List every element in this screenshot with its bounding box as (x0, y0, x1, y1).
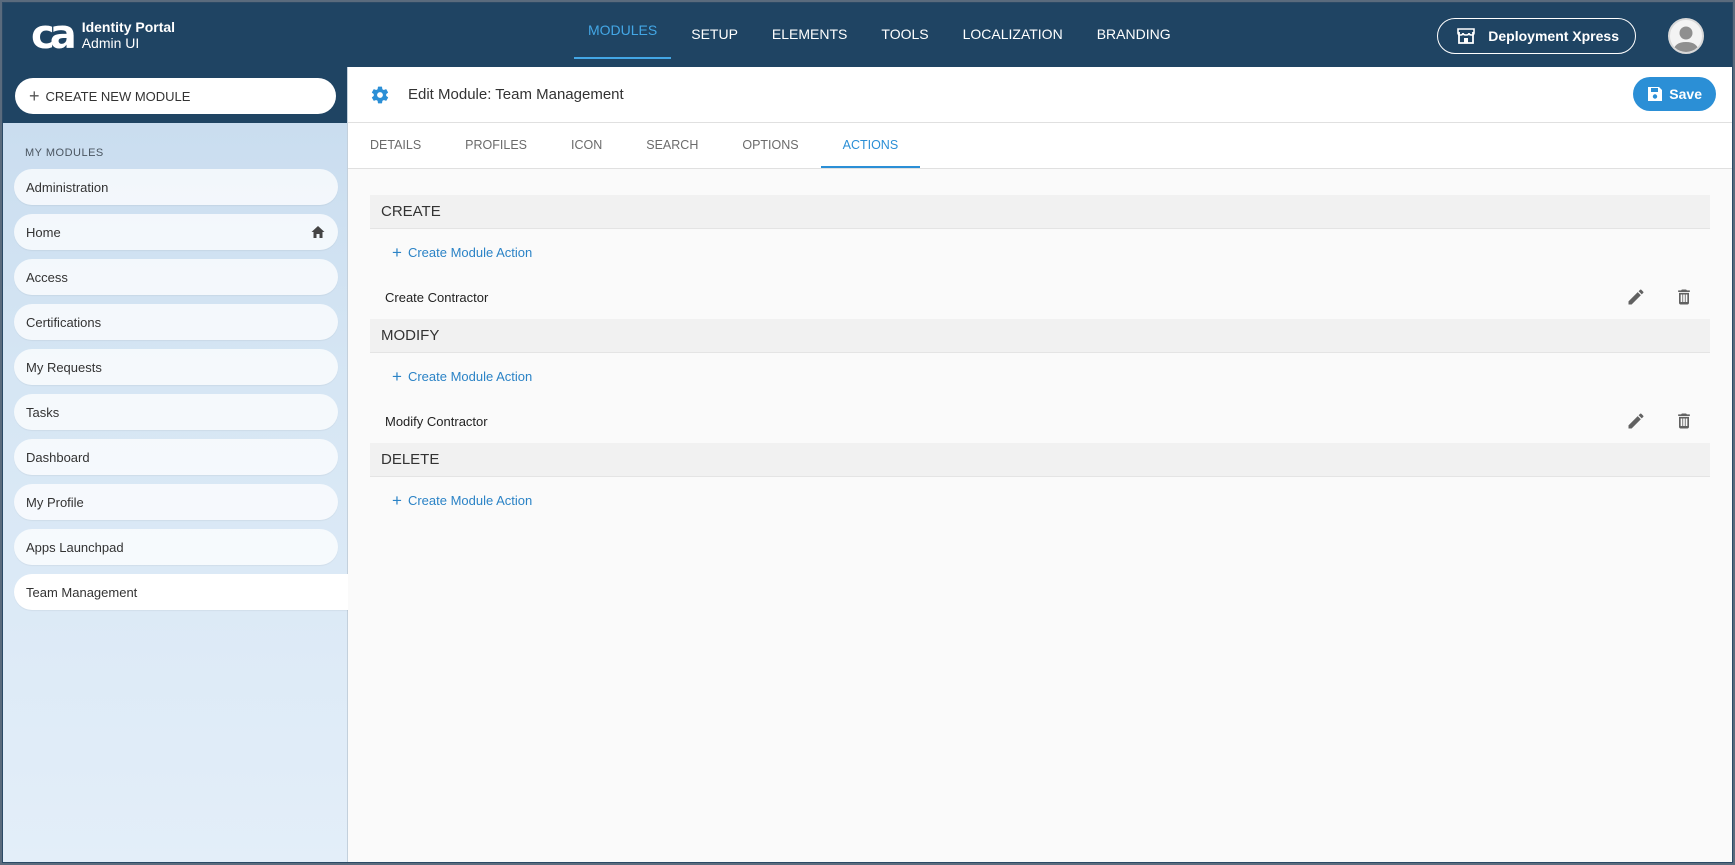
pencil-icon (1628, 413, 1644, 429)
sidebar-item-my-profile[interactable]: My Profile (14, 484, 338, 520)
module-list: Administration Home Access Certification… (14, 169, 348, 619)
sidebar-item-access[interactable]: Access (14, 259, 338, 295)
nav-elements[interactable]: ELEMENTS (758, 3, 861, 67)
sidebar-item-label: Access (26, 269, 68, 285)
sidebar-item-label: Dashboard (26, 449, 90, 465)
app-subtitle: Admin UI (81, 35, 140, 51)
nav-tools[interactable]: TOOLS (867, 3, 942, 67)
row-actions (1600, 409, 1696, 433)
user-avatar[interactable] (1668, 18, 1704, 54)
create-module-action-link[interactable]: + Create Module Action (370, 477, 1710, 523)
nav-branding[interactable]: BRANDING (1083, 3, 1185, 67)
main-content: Edit Module: Team Management Save DETAIL… (348, 67, 1732, 862)
deployment-xpress-label: Deployment Xpress (1488, 28, 1619, 44)
deployment-xpress-button[interactable]: Deployment Xpress (1437, 18, 1636, 54)
page-header: Edit Module: Team Management Save (348, 67, 1732, 123)
app-title: Identity Portal (81, 19, 176, 35)
app-window: ca Identity Portal Admin UI MODULES SETU… (2, 2, 1733, 863)
sidebar-item-label: My Profile (26, 494, 84, 510)
sidebar-item-label: Tasks (26, 404, 60, 420)
plus-icon: + (392, 242, 402, 262)
edit-button[interactable] (1624, 285, 1648, 309)
sidebar-item-dashboard[interactable]: Dashboard (14, 439, 338, 475)
my-modules-heading: MY MODULES (25, 147, 104, 159)
sidebar-item-administration[interactable]: Administration (14, 169, 338, 205)
floppy-disk-icon (1648, 87, 1663, 101)
tab-search[interactable]: SEARCH (624, 123, 720, 168)
sidebar-item-label: Certifications (26, 314, 102, 330)
action-row: Create Contractor (370, 275, 1710, 319)
sidebar-item-team-management[interactable]: Team Management (14, 574, 348, 610)
tab-profiles[interactable]: PROFILES (443, 123, 549, 168)
sidebar-item-label: Team Management (26, 584, 138, 600)
section-create-header: CREATE (370, 195, 1710, 229)
row-actions (1600, 285, 1696, 309)
create-new-module-label: CREATE NEW MODULE (45, 88, 191, 104)
tab-options[interactable]: OPTIONS (720, 123, 820, 168)
sidebar-item-apps-launchpad[interactable]: Apps Launchpad (14, 529, 338, 565)
create-module-action-link[interactable]: + Create Module Action (370, 229, 1710, 275)
sidebar-header: + CREATE NEW MODULE (3, 67, 347, 123)
sidebar-item-label: Administration (26, 179, 109, 195)
create-module-action-label: Create Module Action (407, 244, 533, 260)
module-tabs: DETAILS PROFILES ICON SEARCH OPTIONS ACT… (348, 123, 1732, 169)
plus-icon: + (29, 86, 40, 106)
nav-modules[interactable]: MODULES (574, 3, 672, 59)
trash-icon (1678, 289, 1690, 305)
ca-logo: ca (31, 12, 77, 58)
trash-icon (1678, 413, 1690, 429)
brand[interactable]: ca Identity Portal Admin UI (31, 15, 571, 55)
action-row: Modify Contractor (370, 399, 1710, 443)
section-modify-header: MODIFY (370, 319, 1710, 353)
sidebar-item-home[interactable]: Home (14, 214, 338, 250)
main-nav: MODULES SETUP ELEMENTS TOOLS LOCALIZATIO… (571, 3, 1188, 67)
tab-icon[interactable]: ICON (549, 123, 624, 168)
store-icon (1457, 28, 1476, 44)
save-button[interactable]: Save (1633, 77, 1716, 111)
sidebar-item-tasks[interactable]: Tasks (14, 394, 338, 430)
sidebar-item-label: Apps Launchpad (26, 539, 124, 555)
top-bar: ca Identity Portal Admin UI MODULES SETU… (3, 3, 1732, 67)
home-icon (311, 226, 325, 238)
person-icon (1673, 26, 1699, 52)
delete-button[interactable] (1672, 409, 1696, 433)
action-name: Modify Contractor (385, 413, 488, 429)
pencil-icon (1628, 289, 1644, 305)
plus-icon: + (392, 366, 402, 386)
sidebar-item-label: My Requests (26, 359, 102, 375)
delete-button[interactable] (1672, 285, 1696, 309)
sidebar-item-certifications[interactable]: Certifications (14, 304, 338, 340)
action-name: Create Contractor (385, 289, 489, 305)
create-new-module-button[interactable]: + CREATE NEW MODULE (15, 78, 336, 114)
create-module-action-link[interactable]: + Create Module Action (370, 353, 1710, 399)
gear-icon (371, 86, 389, 103)
actions-panel: CREATE + Create Module Action Create Con… (370, 195, 1710, 523)
save-label: Save (1669, 86, 1702, 102)
tab-actions[interactable]: ACTIONS (820, 123, 921, 168)
edit-button[interactable] (1624, 409, 1648, 433)
nav-localization[interactable]: LOCALIZATION (949, 3, 1077, 67)
brand-text: Identity Portal Admin UI (82, 19, 175, 51)
section-delete-header: DELETE (370, 443, 1710, 477)
page-title: Edit Module: Team Management (408, 86, 624, 103)
sidebar-item-my-requests[interactable]: My Requests (14, 349, 338, 385)
create-module-action-label: Create Module Action (407, 492, 533, 508)
sidebar-item-label: Home (26, 224, 61, 240)
sidebar: + CREATE NEW MODULE MY MODULES Administr… (3, 67, 348, 862)
create-module-action-label: Create Module Action (407, 368, 533, 384)
nav-setup[interactable]: SETUP (677, 3, 752, 67)
plus-icon: + (392, 490, 402, 510)
tab-details[interactable]: DETAILS (348, 123, 443, 168)
